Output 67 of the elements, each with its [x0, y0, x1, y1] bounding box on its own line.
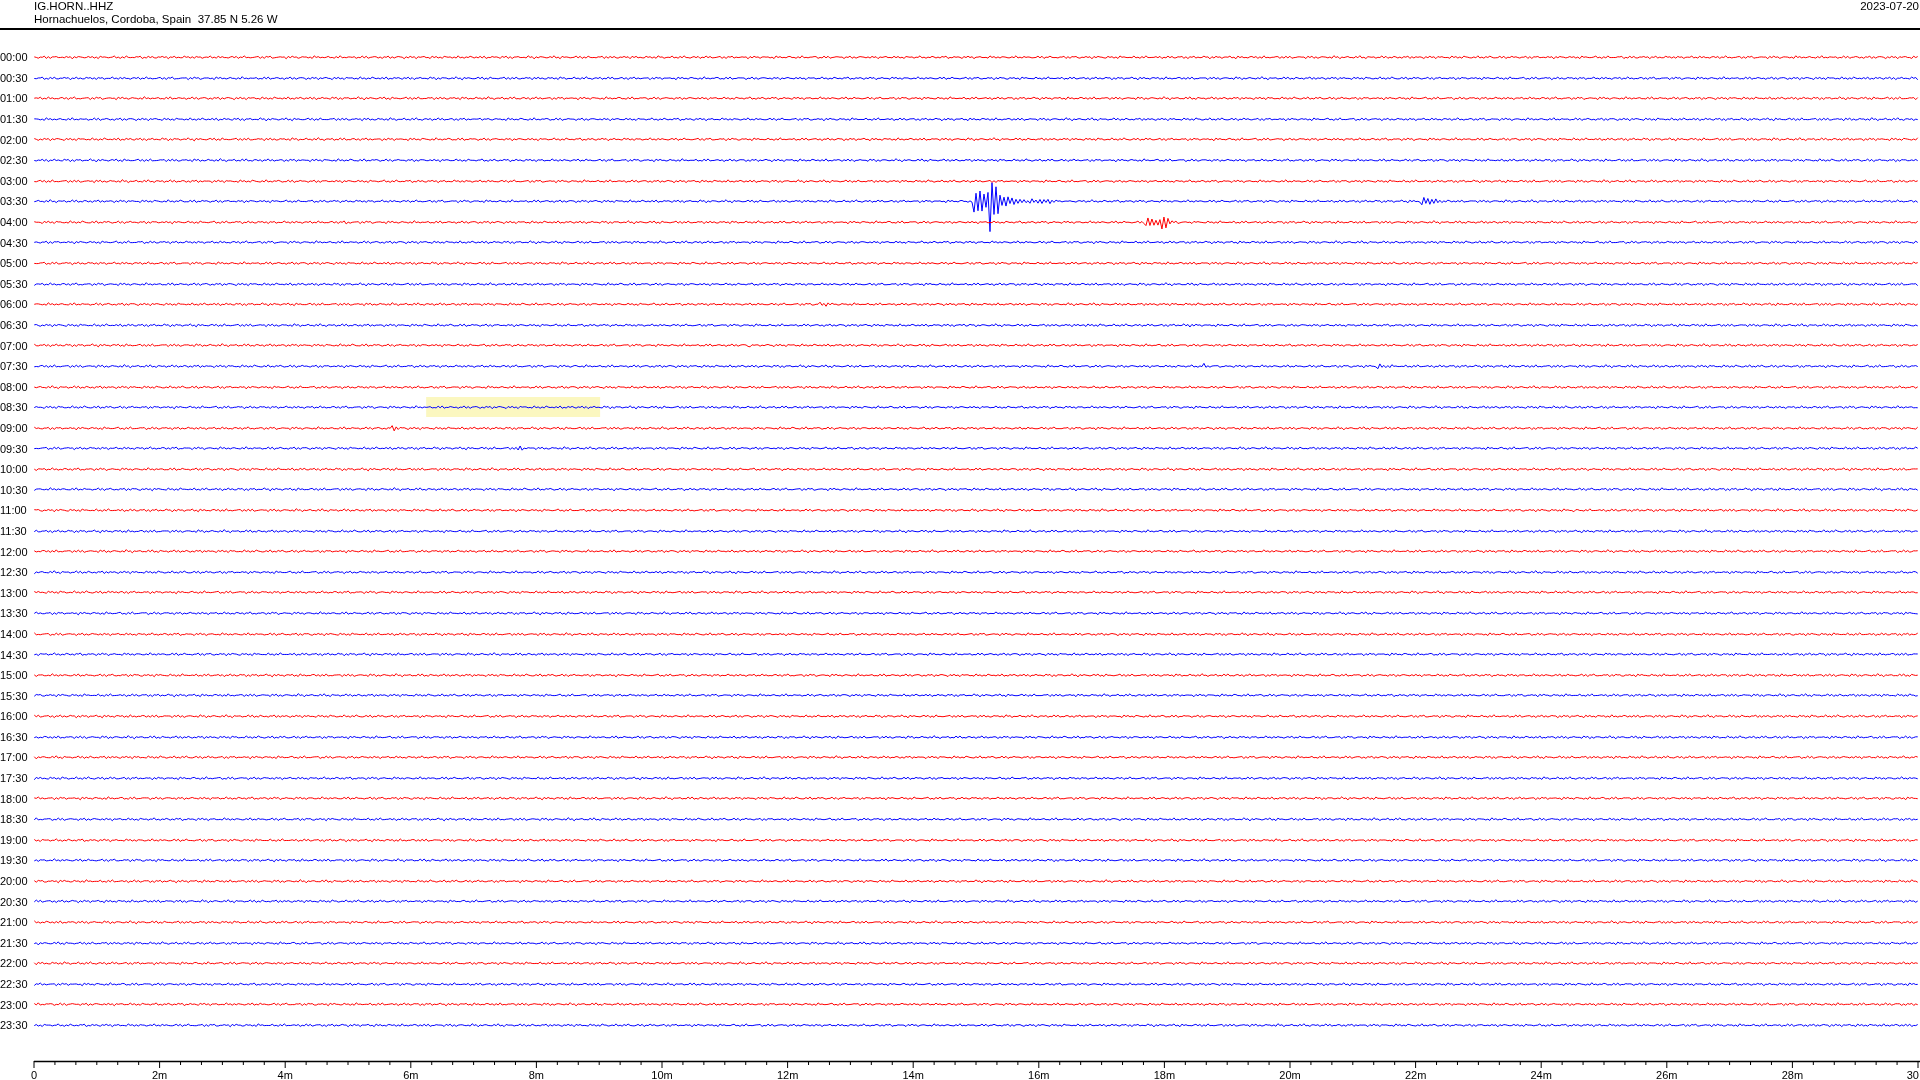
- row-time-label: 06:00: [0, 298, 29, 311]
- row-time-label: 18:00: [0, 792, 29, 805]
- row-time-label: 20:30: [0, 895, 29, 908]
- row-time-label: 17:00: [0, 751, 29, 764]
- axis-label: 4m: [277, 1068, 293, 1080]
- row-time-label: 04:30: [0, 236, 29, 249]
- axis-label: 26m: [1656, 1068, 1678, 1080]
- row-time-label: 19:30: [0, 854, 29, 867]
- row-time-label: 17:30: [0, 772, 29, 785]
- row-time-label: 03:00: [0, 174, 29, 187]
- axis-label: 8m: [528, 1068, 545, 1080]
- row-time-label: 14:00: [0, 627, 29, 640]
- row-time-label: 05:30: [0, 277, 29, 290]
- row-time-label: 23:30: [0, 1019, 29, 1032]
- axis-label: 16m: [1028, 1068, 1050, 1080]
- row-time-label: 12:30: [0, 566, 29, 579]
- axis-label: 10m: [651, 1068, 673, 1080]
- row-time-label: 19:00: [0, 833, 29, 846]
- row-time-label: 11:00: [0, 504, 28, 517]
- row-time-label: 02:30: [0, 154, 29, 167]
- row-time-label: 22:30: [0, 978, 29, 990]
- row-time-label: 20:00: [0, 875, 29, 888]
- row-time-label: 02:00: [0, 133, 29, 146]
- axis-label: 2m: [151, 1068, 168, 1080]
- row-time-label: 21:00: [0, 916, 29, 929]
- row-time-label: 15:30: [0, 689, 29, 702]
- row-time-label: 14:30: [0, 648, 29, 661]
- row-time-label: 18:30: [0, 813, 29, 826]
- record-date: 2023-07-20: [1860, 0, 1920, 14]
- row-time-label: 16:30: [0, 730, 29, 743]
- row-time-label: 09:00: [0, 422, 29, 434]
- axis-label: 12m: [776, 1068, 799, 1080]
- axis-label: 22m: [1404, 1068, 1427, 1080]
- row-time-label: 11:30: [0, 524, 28, 537]
- row-time-label: 07:00: [0, 339, 29, 352]
- row-time-label: 23:00: [0, 998, 29, 1011]
- row-time-label: 22:00: [0, 957, 29, 970]
- row-time-label: 08:30: [0, 401, 29, 414]
- row-time-label: 15:00: [0, 669, 29, 682]
- row-time-label: 13:00: [0, 586, 29, 599]
- axis-label: 6m: [403, 1068, 419, 1080]
- axis-label: 28m: [1781, 1068, 1804, 1080]
- row-time-label: 01:30: [0, 113, 29, 126]
- axis-label: 24m: [1530, 1068, 1552, 1080]
- row-time-label: 10:30: [0, 483, 29, 496]
- row-time-label: 07:30: [0, 360, 29, 373]
- row-time-label: 00:30: [0, 71, 29, 84]
- row-time-label: 06:30: [0, 319, 29, 331]
- row-time-label: 01:00: [0, 92, 29, 105]
- row-time-label: 21:30: [0, 936, 29, 949]
- axis-label: 14m: [902, 1068, 924, 1080]
- row-time-label: 05:00: [0, 257, 29, 270]
- row-time-label: 03:30: [0, 195, 29, 208]
- row-time-label: 10:00: [0, 463, 29, 476]
- row-time-label: 08:00: [0, 380, 29, 393]
- axis-label: 20m: [1279, 1068, 1301, 1080]
- row-time-label: 16:00: [0, 710, 29, 723]
- row-time-label: 00:00: [0, 51, 29, 64]
- axis-label: 30: [1906, 1068, 1919, 1080]
- station-code: IG.HORN..HHZ: [34, 0, 115, 13]
- row-time-label: 12:00: [0, 545, 29, 558]
- row-time-label: 04:00: [0, 216, 29, 229]
- row-time-label: 13:30: [0, 607, 29, 620]
- axis-label: 0: [30, 1068, 38, 1080]
- station-location: Hornachuelos, Cordoba, Spain 37.85 N 5.26 W: [34, 13, 278, 26]
- row-time-label: 09:30: [0, 442, 29, 455]
- axis-label: 18m: [1153, 1068, 1176, 1080]
